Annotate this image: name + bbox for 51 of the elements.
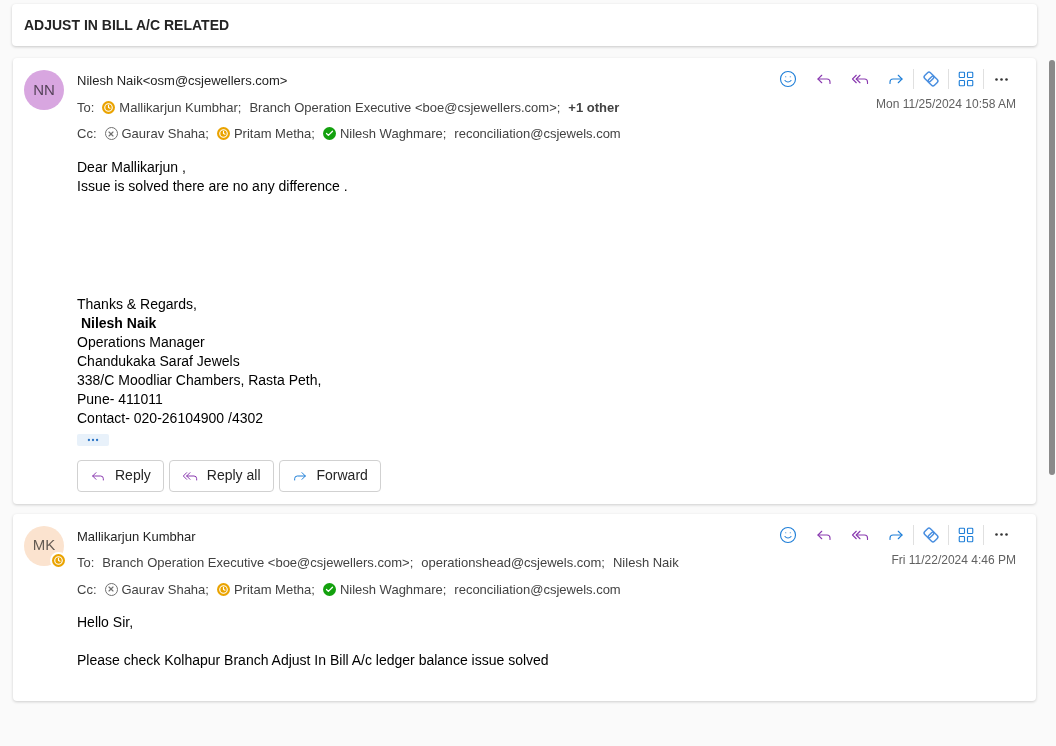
- recipient-name: Branch Operation Executive <boe@csjewellers.com>;: [249, 98, 561, 117]
- recipient-name: operationshead@csjewels.com;: [421, 554, 605, 572]
- recipient-name: Nilesh Naik: [613, 554, 679, 572]
- avatar-initials: NN: [33, 79, 55, 100]
- recipient-name: Gaurav Shaha;: [121, 580, 209, 599]
- sender-name[interactable]: Nilesh Naik<osm@csjewellers.com>: [77, 71, 621, 91]
- subject-title: ADJUST IN BILL A/C RELATED: [24, 15, 230, 35]
- body-text: Dear Mallikarjun ,: [77, 157, 187, 177]
- linked-diamonds-icon: [922, 70, 940, 88]
- recipient-name: reconciliation@csjewels.com: [454, 580, 621, 599]
- recipient-label: To:: [77, 98, 95, 117]
- more-icon: [994, 77, 1008, 81]
- recipient-label: Cc:: [77, 125, 97, 143]
- recipient-name: Branch Operation Executive <boe@csjewellers.com>;: [102, 554, 414, 572]
- avatar-initials: MK: [32, 535, 56, 556]
- recipient-name: Gaurav Shaha;: [121, 125, 209, 143]
- body-text: Thanks & Regards,: [77, 294, 198, 314]
- body-text: Please check Kolhapur Branch Adjust In Bill A/c ledger balance issue solved: [77, 651, 550, 670]
- recipient-name: Pritam Metha;: [233, 580, 315, 599]
- linked-diamonds-icon: [922, 525, 940, 544]
- forward-button[interactable]: Forward: [278, 459, 381, 492]
- more-recipients-link[interactable]: +1 other: [568, 97, 620, 117]
- body-text: Issue is solved there are no any difference .: [77, 176, 349, 196]
- avatar[interactable]: MK: [24, 525, 64, 566]
- smiley-icon: [779, 525, 797, 544]
- body-text: Contact- 020-26104900 /4302: [77, 408, 265, 428]
- recipient-name: Nilesh Waghmare;: [339, 125, 447, 143]
- date-time: Fri 11/22/2024 4:46 PM: [891, 551, 1016, 569]
- more-icon: [994, 533, 1008, 536]
- smiley-icon: [779, 70, 797, 88]
- scrollbar[interactable]: [1049, 60, 1055, 475]
- recipient-label: Cc:: [77, 580, 97, 599]
- avatar[interactable]: NN: [24, 70, 64, 110]
- recipient-name: Mallikarjun Kumbhar;: [119, 98, 242, 117]
- reply-button[interactable]: Reply: [77, 459, 164, 492]
- body-text: Hello Sir,: [77, 613, 135, 632]
- body-text: Pune- 411011: [77, 389, 164, 409]
- body-text: Chandukaka Saraf Jewels: [77, 351, 241, 371]
- recipient-label: To:: [77, 554, 95, 572]
- recipient-name: Nilesh Waghmare;: [339, 580, 447, 599]
- grid-icon: [957, 525, 975, 544]
- body-text: Nilesh Naik: [79, 313, 158, 333]
- show-more-button[interactable]: [77, 433, 109, 446]
- sender-name[interactable]: Mallikarjun Kumbhar: [77, 526, 679, 546]
- reply-all-button[interactable]: Reply all: [168, 459, 274, 492]
- grid-icon: [957, 70, 975, 88]
- body-text: 338/C Moodliar Chambers, Rasta Peth,: [77, 370, 323, 390]
- recipient-name: reconciliation@csjewels.com: [454, 125, 621, 143]
- recipient-name: Pritam Metha;: [233, 125, 315, 143]
- date-time: Mon 11/25/2024 10:58 AM: [876, 96, 1016, 113]
- body-text: Operations Manager: [77, 332, 206, 352]
